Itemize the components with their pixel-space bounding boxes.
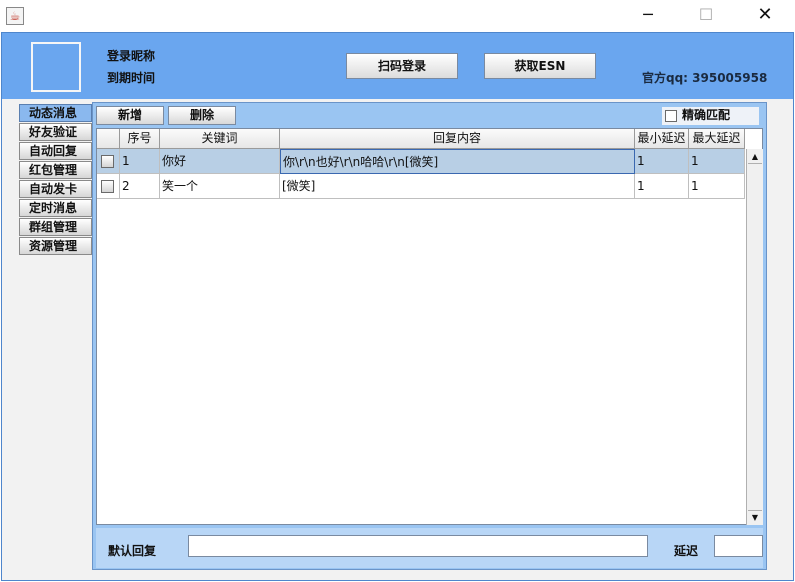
min-delay-cell[interactable]: 1 [635,149,689,174]
get-esn-button[interactable]: 获取ESN [484,53,596,79]
default-reply-bar: 默认回复 延迟 [96,528,763,568]
table-row[interactable]: 1 你好 你\r\n也好\r\n哈哈\r\n[微笑] 1 1 [97,149,745,174]
content-area: 动态消息 好友验证 自动回复 红包管理 自动发卡 定时消息 群组管理 资源管理 … [2,99,793,580]
tab-group-management[interactable]: 群组管理 [19,218,92,236]
checkbox-box[interactable] [665,110,677,122]
scan-login-button[interactable]: 扫码登录 [346,53,458,79]
max-delay-cell[interactable]: 1 [689,149,745,174]
column-header-keyword[interactable]: 关键词 [160,129,280,149]
vertical-scrollbar[interactable]: ▲ ▼ [746,149,763,525]
java-app-icon: ☕ [6,7,24,25]
reply-cell[interactable]: [微笑] [280,174,635,199]
main-window: 登录昵称 到期时间 扫码登录 获取ESN 官方qq: 395005958 动态消… [1,32,794,581]
header-panel: 登录昵称 到期时间 扫码登录 获取ESN 官方qq: 395005958 [2,33,793,99]
maximize-button[interactable]: ☐ [683,0,729,32]
reply-cell[interactable]: 你\r\n也好\r\n哈哈\r\n[微笑] [280,149,635,174]
column-header-index[interactable]: 序号 [120,129,160,149]
expire-time-label: 到期时间 [107,71,156,85]
auto-reply-panel: 新增 删除 精确匹配 序号 关键词 回复内容 最小延迟 最大延迟 1 你好 你\… [92,102,767,570]
default-reply-input[interactable] [188,535,648,557]
exact-match-checkbox[interactable]: 精确匹配 [662,107,759,125]
index-cell[interactable]: 2 [120,174,160,199]
minimize-button[interactable]: ─ [625,0,671,32]
delay-label: 延迟 [674,544,699,558]
add-button[interactable]: 新增 [96,106,164,125]
column-header-max-delay[interactable]: 最大延迟 [689,129,745,149]
exact-match-label: 精确匹配 [682,108,731,122]
scroll-up-icon[interactable]: ▲ [748,150,762,164]
min-delay-cell[interactable]: 1 [635,174,689,199]
index-cell[interactable]: 1 [120,149,160,174]
reply-table: 序号 关键词 回复内容 最小延迟 最大延迟 1 你好 你\r\n也好\r\n哈哈… [96,128,763,525]
column-header-reply[interactable]: 回复内容 [280,129,635,149]
tab-auto-card[interactable]: 自动发卡 [19,180,92,198]
max-delay-cell[interactable]: 1 [689,174,745,199]
column-header-min-delay[interactable]: 最小延迟 [635,129,689,149]
row-checkbox[interactable] [101,155,114,168]
row-checkbox[interactable] [101,180,114,193]
tab-dynamic-messages[interactable]: 动态消息 [19,104,92,122]
delay-input[interactable] [714,535,763,557]
tab-auto-reply[interactable]: 自动回复 [19,142,92,160]
avatar [31,42,81,92]
keyword-cell[interactable]: 你好 [160,149,280,174]
default-reply-label: 默认回复 [108,544,157,558]
tab-scheduled-messages[interactable]: 定时消息 [19,199,92,217]
keyword-cell[interactable]: 笑一个 [160,174,280,199]
official-qq-label: 官方qq: 395005958 [642,71,768,85]
tab-red-packet-management[interactable]: 红包管理 [19,161,92,179]
scroll-down-icon[interactable]: ▼ [748,510,762,524]
title-bar: ☕ ─ ☐ ✕ [0,0,795,32]
column-header-select[interactable] [97,129,120,149]
table-header: 序号 关键词 回复内容 最小延迟 最大延迟 [97,129,745,149]
close-button[interactable]: ✕ [742,0,788,32]
row-select-cell[interactable] [97,149,120,174]
row-select-cell[interactable] [97,174,120,199]
nickname-label: 登录昵称 [107,49,156,63]
tab-friend-verification[interactable]: 好友验证 [19,123,92,141]
table-row[interactable]: 2 笑一个 [微笑] 1 1 [97,174,745,199]
delete-button[interactable]: 删除 [168,106,236,125]
tab-resource-management[interactable]: 资源管理 [19,237,92,255]
